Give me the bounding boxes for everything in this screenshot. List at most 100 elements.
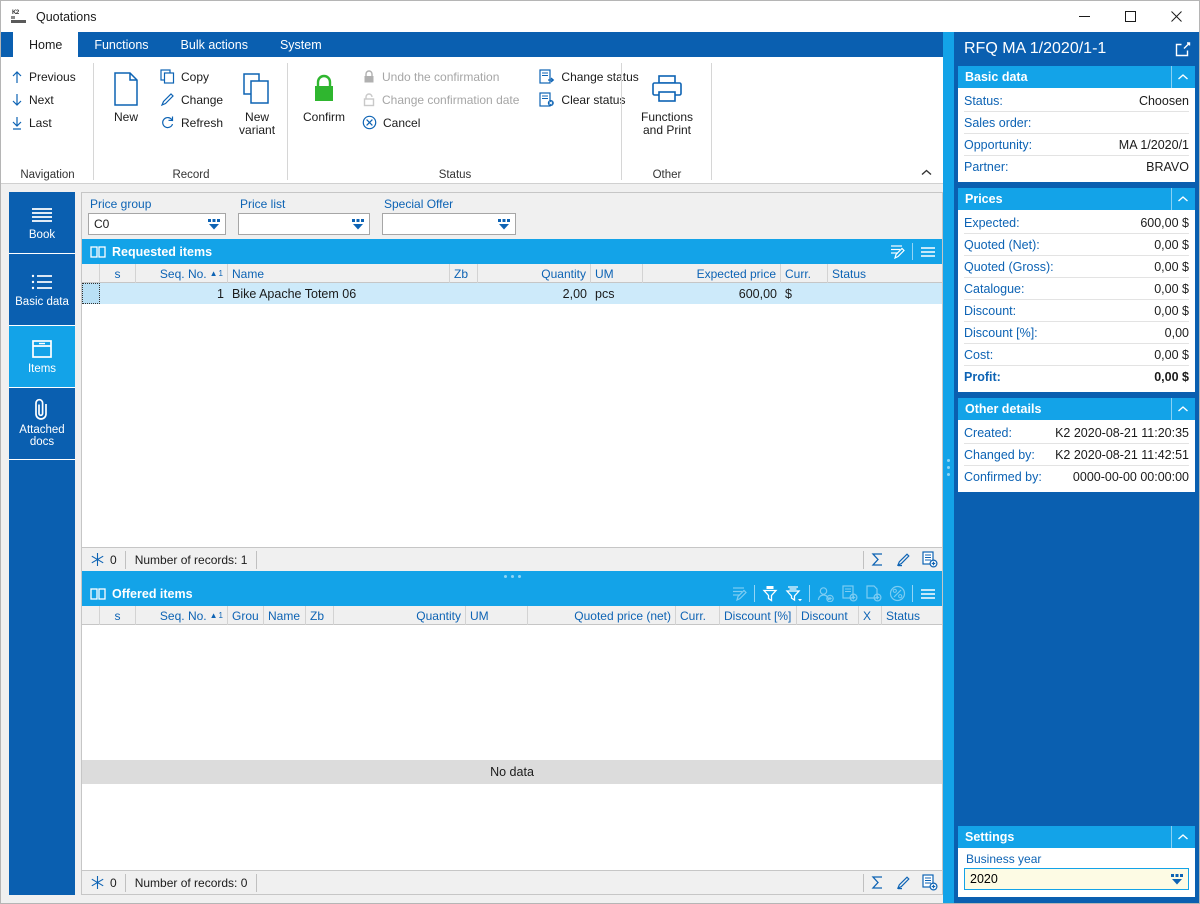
lookup-icon[interactable]	[205, 216, 223, 232]
work-area: Price group C0 Price list Special Offer …	[81, 192, 943, 895]
column-header-curr[interactable]: Curr.	[781, 264, 828, 283]
add-page-icon[interactable]	[861, 581, 885, 606]
snowflake-status[interactable]: 0	[82, 548, 125, 572]
close-button[interactable]	[1153, 1, 1199, 32]
card-header-settings[interactable]: Settings	[958, 826, 1195, 848]
table-row[interactable]: 1 Bike Apache Totem 06 2,00 pcs 600,00 $	[82, 283, 942, 304]
add-document-icon[interactable]	[837, 581, 861, 606]
horizontal-splitter[interactable]	[82, 571, 942, 581]
field-label: Discount [%]:	[964, 325, 1038, 340]
column-header-zb[interactable]: Zb	[450, 264, 478, 283]
column-header-status[interactable]: Status	[828, 264, 932, 283]
field-value: MA 1/2020/1	[1118, 137, 1189, 152]
tab-functions[interactable]: Functions	[78, 32, 164, 57]
next-button[interactable]: Next	[5, 88, 82, 111]
copy-button[interactable]: Copy	[154, 65, 229, 88]
change-label: Change	[181, 92, 224, 107]
change-button[interactable]: Change	[154, 88, 229, 111]
column-header-um[interactable]: UM	[591, 264, 643, 283]
special-offer-input[interactable]	[382, 213, 516, 235]
edit-list-icon[interactable]	[727, 581, 751, 606]
column-header-name[interactable]: Name	[264, 606, 306, 625]
snowflake-status[interactable]: 0	[82, 871, 125, 895]
sort-order-number: 1	[218, 269, 223, 278]
add-record-icon[interactable]	[916, 548, 942, 572]
functions-and-print-button[interactable]: Functions and Print	[626, 63, 708, 141]
ribbon-collapse-button[interactable]	[917, 163, 935, 181]
new-button[interactable]: New	[98, 63, 154, 128]
column-header-seq-no[interactable]: Seq. No. ▲ 1	[136, 264, 228, 283]
edit-list-icon[interactable]	[885, 239, 909, 264]
requested-items-title: Requested items	[112, 244, 213, 259]
hamburger-menu-icon[interactable]	[916, 239, 940, 264]
price-group-input[interactable]: C0	[88, 213, 226, 235]
column-header-status[interactable]: Status	[882, 606, 934, 625]
undo-confirmation-button[interactable]: Undo the confirmation	[356, 65, 525, 88]
card-header-prices[interactable]: Prices	[958, 188, 1195, 210]
column-header-x[interactable]: X	[859, 606, 882, 625]
column-header-discount-percent[interactable]: Discount [%]	[720, 606, 797, 625]
column-header-um[interactable]: UM	[466, 606, 528, 625]
edit-pencil-icon[interactable]	[890, 548, 916, 572]
chevron-up-icon[interactable]	[1171, 826, 1193, 848]
sidebar-item-basic-data[interactable]: Basic data	[9, 254, 75, 326]
column-header-quantity[interactable]: Quantity	[334, 606, 466, 625]
field-value: 0,00 $	[1154, 281, 1189, 296]
requested-items-rows: 1 Bike Apache Totem 06 2,00 pcs 600,00 $	[82, 283, 942, 547]
chevron-up-icon[interactable]	[1171, 398, 1193, 420]
column-header-group[interactable]: Grou	[228, 606, 264, 625]
card-header-other-details[interactable]: Other details	[958, 398, 1195, 420]
new-variant-button[interactable]: New variant	[229, 63, 285, 141]
filter-advanced-icon[interactable]	[782, 581, 806, 606]
chevron-up-icon[interactable]	[1171, 66, 1193, 88]
column-header-expected-price[interactable]: Expected price	[643, 264, 781, 283]
filter-icon[interactable]	[758, 581, 782, 606]
column-header-quoted-price-net[interactable]: Quoted price (net)	[528, 606, 676, 625]
business-year-input[interactable]: 2020	[964, 868, 1189, 890]
sidebar-item-book[interactable]: Book	[9, 192, 75, 254]
cancel-button[interactable]: Cancel	[356, 111, 525, 134]
column-header-s[interactable]: s	[100, 606, 136, 625]
column-header-discount[interactable]: Discount	[797, 606, 859, 625]
column-header-s[interactable]: s	[100, 264, 136, 283]
card-header-basic-data[interactable]: Basic data	[958, 66, 1195, 88]
tab-bulk-actions[interactable]: Bulk actions	[165, 32, 264, 57]
special-offer-field: Special Offer	[382, 197, 516, 235]
add-record-icon[interactable]	[916, 871, 942, 895]
column-header-name[interactable]: Name	[228, 264, 450, 283]
edit-pencil-icon[interactable]	[890, 871, 916, 895]
external-link-icon[interactable]	[1174, 41, 1191, 58]
column-header-quantity[interactable]: Quantity	[478, 264, 591, 283]
cell-quantity: 2,00	[562, 286, 587, 301]
sort-order-number: 1	[218, 611, 223, 620]
hamburger-menu-icon[interactable]	[916, 581, 940, 606]
column-header-curr[interactable]: Curr.	[676, 606, 720, 625]
details-panel: RFQ MA 1/2020/1-1 Basic data Status: Cho…	[954, 32, 1199, 903]
lookup-icon[interactable]	[495, 216, 513, 232]
sidebar-item-attached-docs[interactable]: Attached docs	[9, 388, 75, 460]
maximize-button[interactable]	[1107, 1, 1153, 32]
lookup-icon[interactable]	[1168, 871, 1186, 887]
change-confirmation-date-button[interactable]: Change confirmation date	[356, 88, 525, 111]
vertical-splitter[interactable]	[943, 32, 954, 903]
tab-home[interactable]: Home	[13, 32, 79, 57]
tab-system[interactable]: System	[264, 32, 338, 57]
column-header-zb[interactable]: Zb	[306, 606, 334, 625]
row-marker-cell[interactable]	[82, 283, 100, 304]
previous-button[interactable]: Previous	[5, 65, 82, 88]
last-button[interactable]: Last	[5, 111, 82, 134]
chevron-up-icon[interactable]	[1171, 188, 1193, 210]
price-list-input[interactable]	[238, 213, 370, 235]
add-person-icon[interactable]	[813, 581, 837, 606]
column-header-seq-no[interactable]: Seq. No. ▲ 1	[136, 606, 228, 625]
confirm-button[interactable]: Confirm	[292, 63, 356, 128]
sidebar-item-items[interactable]: Items	[9, 326, 75, 388]
sum-icon[interactable]	[864, 548, 890, 572]
lookup-icon[interactable]	[349, 216, 367, 232]
percent-circle-icon[interactable]	[885, 581, 909, 606]
column-header-marker[interactable]	[82, 264, 100, 283]
column-header-marker[interactable]	[82, 606, 100, 625]
refresh-button[interactable]: Refresh	[154, 111, 229, 134]
sum-icon[interactable]	[864, 871, 890, 895]
minimize-button[interactable]	[1061, 1, 1107, 32]
